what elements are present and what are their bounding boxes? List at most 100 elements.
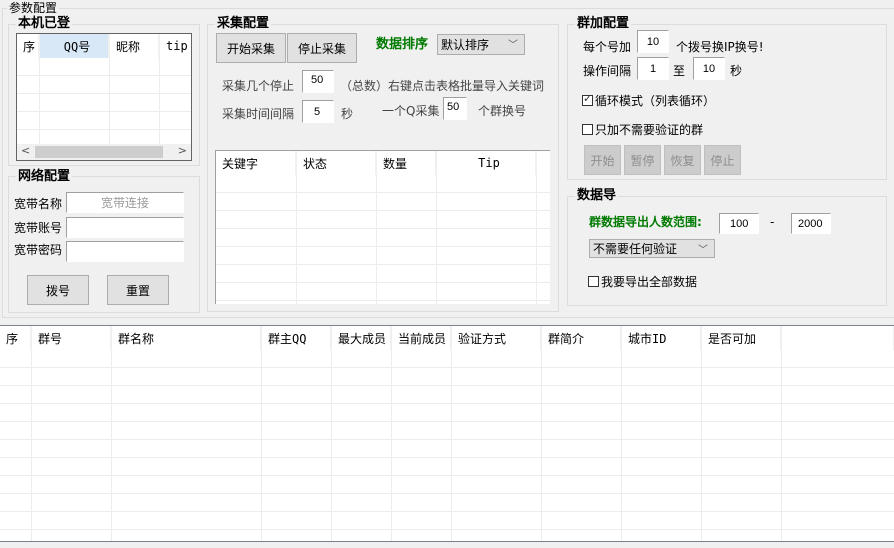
per-account-input[interactable]: 10 [637, 30, 669, 53]
table-cell[interactable] [391, 529, 452, 541]
table-cell[interactable] [541, 529, 622, 541]
table-cell[interactable] [701, 350, 782, 368]
table-row[interactable] [0, 493, 894, 512]
table-cell[interactable] [621, 493, 702, 512]
table-row[interactable] [17, 93, 191, 112]
table-cell[interactable] [436, 228, 537, 247]
table-row[interactable] [0, 367, 894, 386]
table-cell[interactable] [39, 93, 110, 112]
table-cell[interactable] [261, 457, 332, 476]
table-cell[interactable] [436, 192, 537, 211]
table-row[interactable] [0, 439, 894, 458]
results-grid[interactable]: 序群号 群名称 群主QQ 最大成员 当前成员 验证方式 群简介 城市ID 是否可加 [0, 325, 894, 542]
table-cell[interactable] [31, 421, 112, 440]
table-cell[interactable] [296, 264, 377, 283]
table-cell[interactable] [216, 192, 297, 211]
table-cell[interactable] [261, 493, 332, 512]
table-row[interactable] [0, 421, 894, 440]
table-cell[interactable] [391, 493, 452, 512]
table-cell[interactable] [536, 228, 550, 247]
table-cell[interactable] [621, 350, 702, 368]
table-cell[interactable] [451, 493, 542, 512]
results-column-header[interactable]: 城市ID [621, 326, 702, 350]
table-row[interactable] [0, 475, 894, 494]
table-cell[interactable] [216, 264, 297, 283]
table-cell[interactable] [331, 367, 392, 386]
table-cell[interactable] [31, 493, 112, 512]
results-column-header[interactable]: 最大成员 [331, 326, 392, 350]
table-cell[interactable] [621, 367, 702, 386]
table-cell[interactable] [541, 403, 622, 422]
verify-select[interactable]: 不需要任何验证 ﹀ [589, 239, 715, 258]
table-cell[interactable] [331, 421, 392, 440]
results-column-header[interactable]: 群名称 [111, 326, 262, 350]
table-cell[interactable] [701, 385, 782, 404]
table-cell[interactable] [451, 457, 542, 476]
table-cell[interactable] [296, 282, 377, 301]
table-cell[interactable] [451, 475, 542, 494]
table-cell[interactable] [0, 511, 32, 530]
table-cell[interactable] [391, 385, 452, 404]
table-cell[interactable] [111, 511, 262, 530]
table-cell[interactable] [391, 439, 452, 458]
table-row[interactable] [0, 385, 894, 404]
table-cell[interactable] [541, 350, 622, 368]
broadband-account-input[interactable] [66, 217, 184, 238]
sort-select[interactable]: 默认排序 ﹀ [437, 34, 525, 55]
table-cell[interactable] [159, 58, 191, 76]
table-cell[interactable] [159, 93, 191, 112]
table-cell[interactable] [621, 439, 702, 458]
keyword-grid[interactable]: 关键字 状态 数量 Tip [215, 150, 550, 304]
table-cell[interactable] [701, 493, 782, 512]
start-collect-button[interactable]: 开始采集 [216, 33, 286, 63]
local-accounts-column-header[interactable]: 序 [17, 34, 40, 58]
table-cell[interactable] [451, 385, 542, 404]
table-cell[interactable] [701, 439, 782, 458]
table-cell[interactable] [376, 300, 437, 304]
table-cell[interactable] [701, 367, 782, 386]
join-pause-button[interactable]: 暂停 [624, 145, 661, 175]
table-cell[interactable] [111, 457, 262, 476]
table-cell[interactable] [39, 58, 110, 76]
table-cell[interactable] [701, 529, 782, 541]
export-range-from-input[interactable]: 100 [719, 213, 759, 234]
table-cell[interactable] [536, 175, 550, 193]
table-cell[interactable] [0, 475, 32, 494]
table-cell[interactable] [0, 350, 32, 368]
table-cell[interactable] [536, 264, 550, 283]
table-cell[interactable] [31, 529, 112, 541]
broadband-password-input[interactable] [66, 241, 184, 262]
interval-input[interactable]: 5 [302, 100, 334, 123]
table-cell[interactable] [331, 511, 392, 530]
table-cell[interactable] [296, 210, 377, 229]
table-cell[interactable] [391, 511, 452, 530]
table-cell[interactable] [31, 439, 112, 458]
stop-after-input[interactable]: 50 [302, 70, 334, 93]
table-row[interactable] [216, 192, 550, 211]
table-cell[interactable] [0, 403, 32, 422]
table-cell[interactable] [331, 350, 392, 368]
table-row[interactable] [216, 264, 550, 283]
table-cell[interactable] [621, 475, 702, 494]
table-cell[interactable] [331, 457, 392, 476]
table-cell[interactable] [331, 475, 392, 494]
table-cell[interactable] [111, 403, 262, 422]
table-cell[interactable] [109, 75, 160, 94]
table-cell[interactable] [436, 210, 537, 229]
export-all-checkbox[interactable]: 我要导出全部数据 [588, 273, 697, 290]
table-row[interactable] [0, 350, 894, 368]
table-cell[interactable] [391, 475, 452, 494]
table-cell[interactable] [451, 529, 542, 541]
join-interval-from-input[interactable]: 1 [637, 57, 669, 80]
per-q-input[interactable]: 50 [443, 97, 467, 120]
results-column-header[interactable] [781, 326, 894, 350]
table-cell[interactable] [111, 350, 262, 368]
results-column-header[interactable]: 群简介 [541, 326, 622, 350]
scroll-left-arrow-icon[interactable]: < [21, 144, 30, 157]
table-cell[interactable] [376, 282, 437, 301]
table-cell[interactable] [109, 58, 160, 76]
table-row[interactable] [0, 457, 894, 476]
table-cell[interactable] [261, 367, 332, 386]
table-cell[interactable] [376, 228, 437, 247]
table-cell[interactable] [296, 175, 377, 193]
